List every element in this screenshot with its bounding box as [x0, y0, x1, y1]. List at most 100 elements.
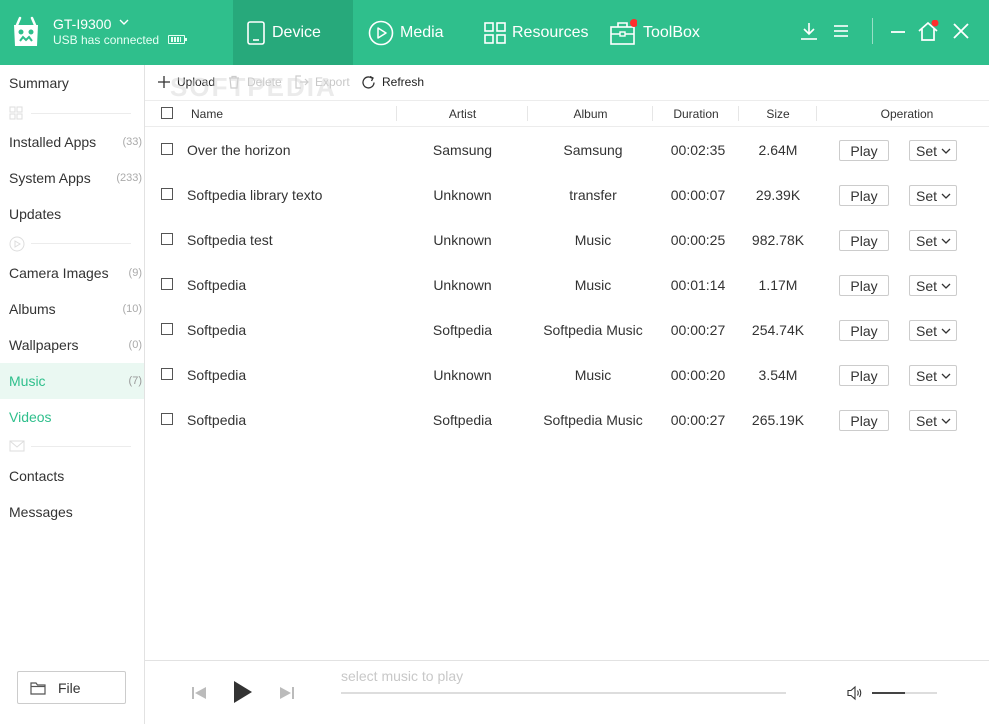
play-button[interactable]: Play: [839, 140, 889, 161]
next-track-icon[interactable]: [279, 685, 295, 701]
menu-icon[interactable]: [830, 20, 852, 42]
table-row[interactable]: Softpedia Unknown Music 00:01:14 1.17M Play Se…: [145, 262, 989, 307]
table-row[interactable]: Softpedia Softpedia Softpedia Music 00:00:2…: [145, 397, 989, 442]
download-icon[interactable]: [798, 20, 820, 42]
sidebar-item-system-apps[interactable]: System Apps (233): [0, 160, 144, 196]
cell-size: 265.19K: [751, 411, 805, 428]
table-row[interactable]: Softpedia library texto Unknown transfer 00…: [145, 172, 989, 217]
row-checkbox[interactable]: [161, 143, 173, 155]
row-checkbox[interactable]: [161, 233, 173, 245]
cell-size: 982.78K: [751, 231, 805, 248]
cell-name: Over the horizon: [187, 141, 291, 158]
tab-media[interactable]: Media: [368, 0, 468, 65]
set-dropdown[interactable]: Set: [909, 410, 957, 431]
row-checkbox[interactable]: [161, 413, 173, 425]
play-button[interactable]: Play: [839, 185, 889, 206]
column-header-duration[interactable]: Duration: [653, 101, 739, 126]
play-button[interactable]: Play: [839, 230, 889, 251]
previous-track-icon[interactable]: [191, 685, 207, 701]
tab-toolbox[interactable]: ToolBox: [609, 0, 709, 65]
column-header-size[interactable]: Size: [739, 101, 817, 126]
table-row[interactable]: Softpedia Unknown Music 00:00:20 3.54M Play Se…: [145, 352, 989, 397]
play-button[interactable]: Play: [839, 410, 889, 431]
cell-artist: Unknown: [433, 231, 492, 248]
play-icon[interactable]: [232, 680, 254, 704]
cell-album: Music: [574, 231, 612, 248]
table-row[interactable]: Over the horizon Samsung Samsung 00:02:35 2.…: [145, 127, 989, 172]
sidebar-item-wallpapers[interactable]: Wallpapers (0): [0, 327, 144, 363]
set-dropdown-label: Set: [916, 367, 938, 384]
toolbar: Upload Delete Export Refresh: [145, 65, 989, 99]
row-checkbox[interactable]: [161, 188, 173, 200]
sidebar-item-albums[interactable]: Albums (10): [0, 291, 144, 327]
device-selector[interactable]: GT-I9300 USB has connected: [0, 0, 233, 65]
home-icon[interactable]: [917, 20, 939, 42]
export-button[interactable]: Export: [295, 73, 350, 91]
cell-artist: Unknown: [433, 276, 492, 293]
set-dropdown[interactable]: Set: [909, 365, 957, 386]
column-header-label: Album: [573, 106, 608, 121]
set-dropdown[interactable]: Set: [909, 140, 957, 161]
file-button[interactable]: File: [17, 671, 126, 704]
row-checkbox[interactable]: [161, 323, 173, 335]
set-dropdown[interactable]: Set: [909, 185, 957, 206]
play-button-label: Play: [850, 232, 878, 249]
cell-album: Music: [574, 276, 612, 293]
column-header-artist[interactable]: Artist: [397, 101, 528, 126]
sidebar-item-camera-images[interactable]: Camera Images (9): [0, 255, 144, 291]
tab-resources[interactable]: Resources: [484, 0, 604, 65]
play-button[interactable]: Play: [839, 275, 889, 296]
sidebar-item-videos[interactable]: Videos: [0, 399, 144, 435]
play-button-label: Play: [850, 187, 878, 204]
cell-size: 1.17M: [758, 276, 798, 293]
progress-slider[interactable]: [341, 692, 786, 694]
select-all-checkbox[interactable]: [161, 107, 173, 119]
sidebar-item-contacts[interactable]: Contacts: [0, 458, 144, 494]
cell-album: transfer: [569, 186, 617, 203]
cell-name: Softpedia: [187, 321, 247, 338]
upload-button[interactable]: Upload: [157, 73, 215, 91]
folder-icon: [30, 681, 46, 695]
sidebar-item-label: Updates: [9, 206, 62, 222]
tab-device[interactable]: Device: [233, 0, 353, 65]
table-row[interactable]: Softpedia Softpedia Softpedia Music 00:00:2…: [145, 307, 989, 352]
row-checkbox[interactable]: [161, 368, 173, 380]
cell-album: Samsung: [563, 141, 623, 158]
column-header-name[interactable]: Name: [180, 101, 397, 126]
sidebar-item-installed-apps[interactable]: Installed Apps (33): [0, 124, 144, 160]
row-checkbox[interactable]: [161, 278, 173, 290]
section-divider-apps: [9, 106, 131, 120]
play-button[interactable]: Play: [839, 365, 889, 386]
chevron-down-icon: [941, 148, 951, 154]
set-dropdown[interactable]: Set: [909, 275, 957, 296]
volume-icon[interactable]: [847, 685, 863, 701]
set-dropdown[interactable]: Set: [909, 230, 957, 251]
sidebar-item-count: (9): [128, 267, 142, 279]
sidebar-item-summary[interactable]: Summary: [0, 65, 144, 101]
tab-toolbox-label: ToolBox: [643, 23, 700, 41]
table-row[interactable]: Softpedia test Unknown Music 00:00:25 982.78…: [145, 217, 989, 262]
column-header-label: Duration: [673, 106, 719, 121]
delete-button[interactable]: Delete: [227, 73, 282, 91]
cell-artist: Softpedia: [432, 321, 493, 338]
sidebar-item-music[interactable]: Music (7): [0, 363, 144, 399]
cell-album: Softpedia Music: [543, 411, 643, 428]
chevron-down-icon[interactable]: [118, 16, 130, 28]
set-dropdown-label: Set: [916, 142, 938, 159]
chevron-down-icon: [941, 418, 951, 424]
cell-name: Softpedia library texto: [187, 186, 323, 203]
cell-duration: 00:00:27: [670, 411, 726, 428]
volume-slider[interactable]: [872, 692, 937, 694]
play-button[interactable]: Play: [839, 320, 889, 341]
minimize-icon[interactable]: [887, 20, 909, 42]
refresh-button[interactable]: Refresh: [361, 73, 424, 91]
cell-duration: 00:00:25: [670, 231, 726, 248]
set-dropdown[interactable]: Set: [909, 320, 957, 341]
close-icon[interactable]: [950, 20, 972, 42]
column-header-album[interactable]: Album: [528, 101, 653, 126]
sidebar-item-messages[interactable]: Messages: [0, 494, 144, 530]
sidebar-item-updates[interactable]: Updates: [0, 196, 144, 232]
notification-badge: [630, 18, 637, 27]
chevron-down-icon: [941, 283, 951, 289]
sidebar-item-label: Messages: [9, 504, 73, 520]
